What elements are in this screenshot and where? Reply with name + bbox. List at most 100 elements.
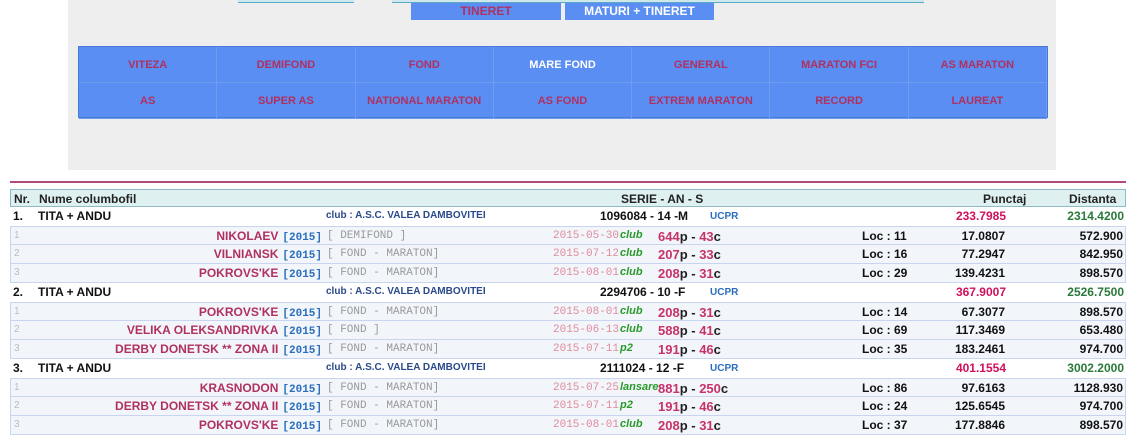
p-suffix: p - [679,229,700,244]
table-header: Nr. Nume columbofil SERIE - AN - S Punct… [10,189,1126,207]
race-date: 2015-08-01 [553,306,620,318]
race-type: club [620,229,643,241]
c-suffix: c [713,418,721,433]
col-nr: Nr. [14,192,31,206]
race-row[interactable]: 2 VILNIANSK [2015] [ FOND - MARATON] 2015-07… [10,245,1126,264]
race-name-wrap: NIKOLAEV [2015] [216,229,322,244]
pigeon-row[interactable]: 3. TITA + ANDU club : A.S.C. VALEA DAMBOVI… [10,359,1126,378]
race-name[interactable]: DERBY DONETSK ** ZONA II [115,399,278,413]
participants: 588p - 41c [658,323,721,338]
col-name: Nume columbofil [39,192,137,206]
race-date: 2015-08-01 [553,419,620,431]
place: Loc : 11 [862,229,907,243]
org-badge: UCPR [710,287,739,298]
category-maraton-fci[interactable]: MARATON FCI [770,47,909,83]
total-punctaj: 233.7985 [955,209,1006,223]
competitors-count: 41 [699,323,714,338]
race-distanta: 898.570 [1079,418,1123,432]
category-general[interactable]: GENERAL [632,47,771,83]
category-mare-fond[interactable]: MARE FOND [493,47,633,83]
fancier-name: TITA + ANDU [38,361,112,375]
pigeons-count: 191 [658,342,680,357]
org-badge: UCPR [710,211,739,222]
race-type: club [620,247,643,259]
tab-maturi-tineret[interactable]: MATURI + TINERET [565,3,714,20]
club-name: club : A.S.C. VALEA DAMBOVITEI [326,286,486,297]
pigeon-row[interactable]: 2. TITA + ANDU club : A.S.C. VALEA DAMBOVI… [10,283,1126,302]
club-name: club : A.S.C. VALEA DAMBOVITEI [326,362,486,373]
category-demifond[interactable]: DEMIFOND [217,47,356,83]
race-row[interactable]: 3 POKROVS'KE [2015] [ FOND - MARATON] 2015-0… [10,416,1126,435]
race-distanta: 898.570 [1079,266,1123,280]
category-national-maraton[interactable]: NATIONAL MARATON [355,83,494,119]
participants: 208p - 31c [658,418,721,433]
race-year: [2015] [282,402,322,414]
category-fond[interactable]: FOND [355,47,494,83]
col-punctaj: Punctaj [983,192,1027,206]
race-name[interactable]: POKROVS'KE [199,305,279,319]
race-punctaj: 67.3077 [961,305,1005,319]
rank: 1. [13,209,24,223]
search-field-left[interactable] [238,0,354,3]
race-category: [ DEMIFOND ] [327,230,407,242]
ring-serial: 2111024 - 12 -F [600,361,685,375]
race-name[interactable]: KRASNODON [200,381,279,395]
race-row[interactable]: 1 POKROVS'KE [2015] [ FOND - MARATON] 2015-0… [10,302,1126,321]
race-row[interactable]: 2 DERBY DONETSK ** ZONA II [2015] [ FOND - … [10,397,1126,416]
race-type: club [620,418,643,430]
race-row[interactable]: 2 VELIKA OLEKSANDRIVKA [2015] [ FOND ] 2015-… [10,321,1126,340]
race-name[interactable]: POKROVS'KE [199,266,279,280]
pigeons-count: 208 [658,266,680,281]
p-suffix: p - [679,247,700,262]
category-record[interactable]: RECORD [770,83,909,119]
p-suffix: p - [679,305,700,320]
race-category: [ FOND - MARATON] [327,306,440,318]
c-suffix: c [713,399,721,414]
c-suffix: c [713,229,721,244]
race-name[interactable]: POKROVS'KE [199,418,279,432]
race-type: p2 [620,342,633,354]
pigeon-row[interactable]: 1. TITA + ANDU club : A.S.C. VALEA DAMBOVI… [10,207,1126,226]
race-row[interactable]: 3 DERBY DONETSK ** ZONA II [2015] [ FOND - … [10,340,1126,359]
pigeons-count: 881 [658,381,680,396]
p-suffix: p - [679,381,700,396]
race-type: club [620,323,643,335]
fancier-name: TITA + ANDU [38,209,112,223]
competitors-count: 33 [699,247,714,262]
competitors-count: 46 [699,342,714,357]
race-row[interactable]: 1 NIKOLAEV [2015] [ DEMIFOND ] 2015-05-30 clu… [10,226,1126,245]
category-as[interactable]: AS [79,83,218,119]
race-index: 1 [14,382,20,393]
race-name[interactable]: VELIKA OLEKSANDRIVKA [127,323,279,337]
participants: 191p - 46c [658,342,721,357]
race-row[interactable]: 3 POKROVS'KE [2015] [ FOND - MARATON] 2015-0… [10,264,1126,283]
race-year: [2015] [282,269,322,281]
race-name[interactable]: NIKOLAEV [216,229,278,243]
race-punctaj: 117.3469 [955,323,1005,337]
pigeons-count: 208 [658,305,680,320]
category-extrem-maraton[interactable]: EXTREM MARATON [632,83,771,119]
place: Loc : 69 [862,323,908,337]
results-table: Nr. Nume columbofil SERIE - AN - S Punct… [10,189,1126,435]
competitors-count: 31 [699,305,714,320]
pigeons-count: 207 [658,247,680,262]
race-name[interactable]: VILNIANSK [214,247,279,261]
race-date: 2015-07-11 [553,343,620,355]
club-name: club : A.S.C. VALEA DAMBOVITEI [326,210,486,221]
competitors-count: 31 [699,266,714,281]
category-as-maraton[interactable]: AS MARATON [908,47,1047,83]
category-super-as[interactable]: SUPER AS [217,83,356,119]
category-viteza[interactable]: VITEZA [79,47,218,83]
race-index: 3 [14,267,20,278]
place: Loc : 24 [862,399,908,413]
race-name[interactable]: DERBY DONETSK ** ZONA II [115,342,278,356]
category-laureat[interactable]: LAUREAT [908,83,1047,119]
race-date: 2015-08-01 [553,267,620,279]
participants: 881p - 250c [658,381,728,396]
tab-tineret[interactable]: TINERET [411,3,561,20]
race-row[interactable]: 1 KRASNODON [2015] [ FOND - MARATON] 2015-07… [10,378,1126,397]
race-category: [ FOND - MARATON] [327,382,440,394]
race-year: [2015] [282,232,322,244]
race-year: [2015] [282,326,322,338]
category-as-fond[interactable]: AS FOND [493,83,633,119]
